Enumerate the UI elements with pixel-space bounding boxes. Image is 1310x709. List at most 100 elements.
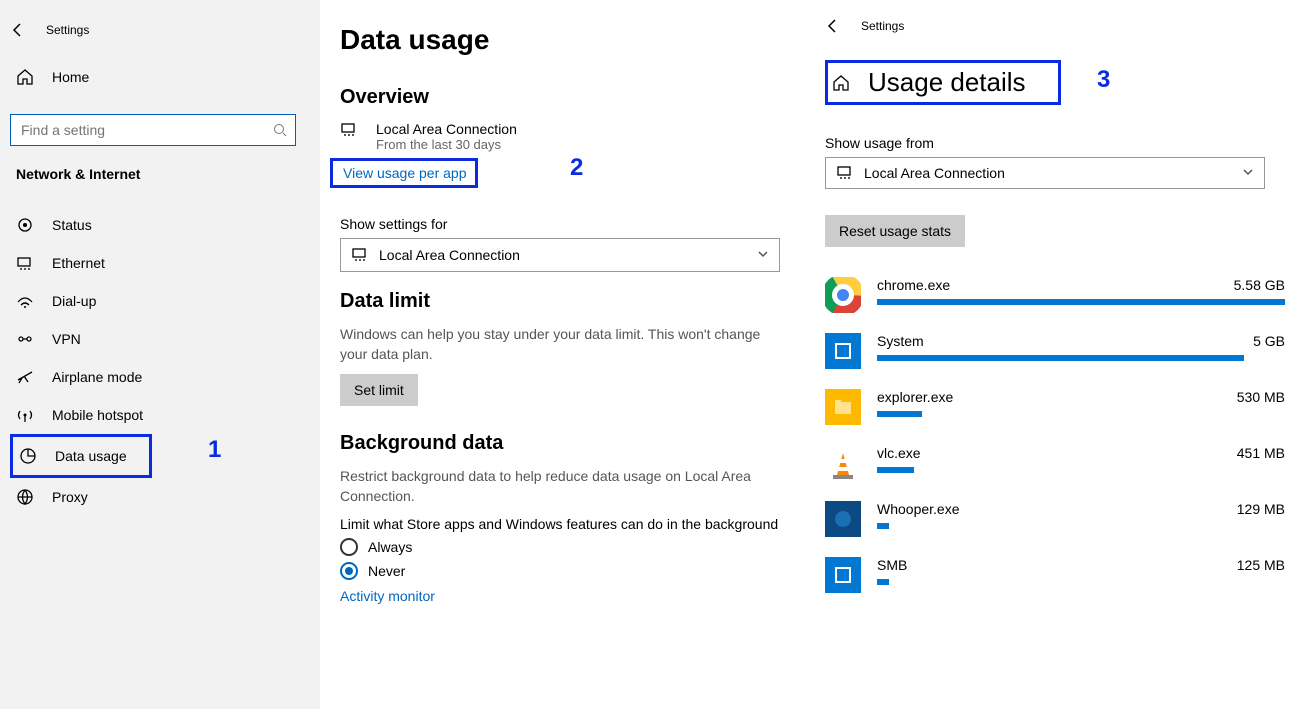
sidebar: Settings Home Network & Internet Status … — [0, 0, 320, 709]
app-name: chrome.exe — [877, 277, 950, 293]
app-row[interactable]: Whooper.exe 129 MB — [825, 501, 1285, 537]
view-usage-link[interactable]: View usage per app — [333, 165, 467, 181]
app-row[interactable]: vlc.exe 451 MB — [825, 445, 1285, 481]
dialup-icon — [16, 292, 34, 310]
search-box[interactable] — [10, 114, 296, 146]
nav-label: Airplane mode — [52, 369, 142, 385]
usage-details-panel: Settings Usage details 3 Show usage from… — [805, 0, 1305, 709]
data-limit-header: Data limit — [340, 290, 780, 313]
search-icon — [273, 123, 287, 137]
main-panel: Data usage Overview Local Area Connectio… — [320, 0, 800, 709]
reset-usage-button[interactable]: Reset usage stats — [825, 215, 965, 247]
app-bar — [877, 523, 1285, 529]
radio-icon — [340, 562, 358, 580]
chevron-down-icon — [1242, 165, 1254, 181]
app-usage-value: 5 GB — [1253, 333, 1285, 349]
app-row[interactable]: SMB 125 MB — [825, 557, 1285, 593]
app-usage-value: 125 MB — [1237, 557, 1285, 573]
usage-details-title: Usage details — [868, 67, 1026, 98]
annotation-1: 1 — [208, 436, 221, 464]
nav-airplane[interactable]: Airplane mode — [10, 358, 320, 396]
connection-name: Local Area Connection — [376, 121, 517, 137]
dropdown-selected: Local Area Connection — [379, 247, 520, 263]
home-icon — [16, 68, 34, 86]
app-bar — [877, 299, 1285, 305]
app-usage-value: 451 MB — [1237, 445, 1285, 461]
home-row[interactable]: Home — [10, 60, 320, 94]
nav-hotspot[interactable]: Mobile hotspot — [10, 396, 320, 434]
radio-never[interactable]: Never — [340, 562, 780, 580]
app-icon — [825, 445, 861, 481]
radio-always[interactable]: Always — [340, 538, 780, 556]
ethernet-icon — [836, 164, 854, 182]
nav-data-usage[interactable]: Data usage — [10, 434, 152, 478]
background-data-header: Background data — [340, 432, 780, 455]
home-icon[interactable] — [832, 74, 850, 92]
show-usage-from-dropdown[interactable]: Local Area Connection — [825, 157, 1265, 189]
nav-label: Data usage — [55, 448, 127, 464]
app-icon — [825, 333, 861, 369]
overview-header: Overview — [340, 86, 780, 109]
nav-label: Proxy — [52, 489, 88, 505]
background-data-text1: Restrict background data to help reduce … — [340, 467, 780, 506]
radio-label: Never — [368, 563, 405, 579]
ethernet-icon — [351, 246, 369, 264]
proxy-icon — [16, 488, 34, 506]
show-settings-dropdown[interactable]: Local Area Connection — [340, 238, 780, 272]
radio-label: Always — [368, 539, 412, 555]
section-header: Network & Internet — [16, 166, 320, 182]
app-icon — [825, 557, 861, 593]
home-label: Home — [52, 69, 89, 85]
show-usage-from-label: Show usage from — [825, 135, 1285, 151]
usage-details-title-wrap: Usage details — [825, 60, 1061, 105]
radio-icon — [340, 538, 358, 556]
app-name: SMB — [877, 557, 907, 573]
nav-label: Status — [52, 217, 92, 233]
app-usage-value: 530 MB — [1237, 389, 1285, 405]
status-icon — [16, 216, 34, 234]
nav-label: Dial-up — [52, 293, 96, 309]
right-topbar-label: Settings — [861, 19, 904, 33]
data-limit-text: Windows can help you stay under your dat… — [340, 325, 780, 364]
app-usage-list: chrome.exe5.58 GB System 5 GB explorer.exe5… — [825, 277, 1285, 593]
nav-ethernet[interactable]: Ethernet — [10, 244, 320, 282]
app-bar — [877, 355, 1285, 361]
app-usage-value: 129 MB — [1237, 501, 1285, 517]
page-title: Data usage — [340, 24, 780, 56]
app-name: System — [877, 333, 924, 349]
app-row[interactable]: System 5 GB — [825, 333, 1285, 369]
app-icon — [825, 389, 861, 425]
app-name: vlc.exe — [877, 445, 921, 461]
chevron-down-icon — [757, 247, 769, 263]
app-bar — [877, 579, 1285, 585]
nav-dialup[interactable]: Dial-up — [10, 282, 320, 320]
back-arrow-icon[interactable] — [825, 18, 841, 34]
annotation-2: 2 — [570, 154, 583, 182]
hotspot-icon — [16, 406, 34, 424]
ethernet-icon — [16, 254, 34, 272]
airplane-icon — [16, 368, 34, 386]
app-name: Whooper.exe — [877, 501, 960, 517]
search-input[interactable] — [19, 121, 273, 139]
app-row[interactable]: explorer.exe530 MB — [825, 389, 1285, 425]
app-icon — [825, 277, 861, 313]
activity-monitor-link[interactable]: Activity monitor — [340, 588, 780, 604]
sidebar-topbar-label: Settings — [46, 23, 89, 37]
nav-vpn[interactable]: VPN — [10, 320, 320, 358]
connection-row: Local Area Connection From the last 30 d… — [340, 121, 780, 152]
data-usage-icon — [19, 447, 37, 465]
nav-status[interactable]: Status — [10, 206, 320, 244]
annotation-3: 3 — [1097, 66, 1110, 94]
nav-proxy[interactable]: Proxy — [10, 478, 320, 516]
connection-sub: From the last 30 days — [376, 137, 517, 152]
back-arrow-icon[interactable] — [10, 22, 26, 38]
show-settings-label: Show settings for — [340, 216, 780, 232]
app-bar — [877, 411, 1285, 417]
nav-label: Mobile hotspot — [52, 407, 143, 423]
vpn-icon — [16, 330, 34, 348]
app-icon — [825, 501, 861, 537]
right-topbar: Settings — [825, 6, 1285, 46]
app-row[interactable]: chrome.exe5.58 GB — [825, 277, 1285, 313]
set-limit-button[interactable]: Set limit — [340, 374, 418, 406]
ethernet-icon — [340, 121, 358, 139]
